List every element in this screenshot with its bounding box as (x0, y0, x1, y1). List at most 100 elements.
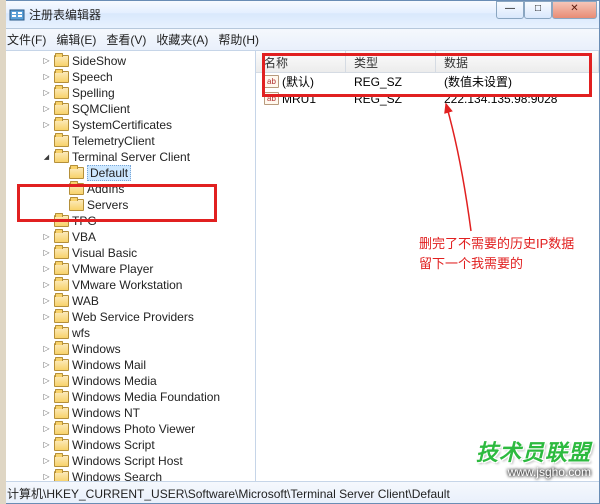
tree-item-label: Terminal Server Client (72, 150, 190, 164)
folder-icon (54, 343, 69, 355)
tree-item-label: Windows (72, 342, 121, 356)
tree-item-label: SystemCertificates (72, 118, 172, 132)
tree-item[interactable]: SideShow (3, 53, 255, 69)
expander-icon[interactable] (41, 344, 52, 355)
tree-item[interactable]: Windows Media (3, 373, 255, 389)
tree-item-label: wfs (72, 326, 90, 340)
window-title: 注册表编辑器 (29, 6, 101, 23)
value-name: MRU1 (282, 92, 316, 106)
tree-item[interactable]: Windows Search (3, 469, 255, 481)
string-value-icon: ab (264, 92, 279, 105)
expander-icon[interactable] (41, 232, 52, 243)
tree-item-label: Windows Photo Viewer (72, 422, 195, 436)
expander-icon[interactable] (41, 264, 52, 275)
tree-item[interactable]: SQMClient (3, 101, 255, 117)
tree-item[interactable]: Default (3, 165, 255, 181)
tree-item[interactable]: Visual Basic (3, 245, 255, 261)
expander-icon[interactable] (41, 376, 52, 387)
folder-icon (69, 199, 84, 211)
tree-item[interactable]: VMware Player (3, 261, 255, 277)
tree-item[interactable]: VMware Workstation (3, 277, 255, 293)
tree-item-label: Visual Basic (72, 246, 137, 260)
window-controls: — □ ✕ (496, 1, 597, 19)
tree-item[interactable]: TelemetryClient (3, 133, 255, 149)
value-type: REG_SZ (346, 92, 436, 106)
tree-item-label: VMware Workstation (72, 278, 182, 292)
tree-item[interactable]: SystemCertificates (3, 117, 255, 133)
expander-icon[interactable] (41, 248, 52, 259)
tree-item[interactable]: Windows NT (3, 405, 255, 421)
annotation-text: 删完了不需要的历史IP数据 留下一个我需要的 (419, 234, 574, 273)
minimize-button[interactable]: — (496, 1, 524, 19)
expander-icon[interactable] (41, 280, 52, 291)
tree-item-label: VBA (72, 230, 96, 244)
expander-icon[interactable] (41, 152, 52, 163)
value-name: (默认) (282, 73, 314, 90)
expander-icon[interactable] (41, 312, 52, 323)
menu-favorites[interactable]: 收藏夹(A) (156, 31, 208, 48)
tree-item[interactable]: AddIns (3, 181, 255, 197)
tree-item-label: Windows NT (72, 406, 140, 420)
menu-view[interactable]: 查看(V) (106, 31, 146, 48)
expander-icon[interactable] (41, 360, 52, 371)
folder-icon (54, 231, 69, 243)
tree-item-label: Spelling (72, 86, 115, 100)
status-path: 计算机\HKEY_CURRENT_USER\Software\Microsoft… (7, 487, 450, 501)
tree-item[interactable]: Windows Script (3, 437, 255, 453)
folder-icon (54, 279, 69, 291)
expander-icon[interactable] (41, 408, 52, 419)
expander-icon[interactable] (41, 472, 52, 482)
folder-icon (54, 455, 69, 467)
annotation-line1: 删完了不需要的历史IP数据 (419, 234, 574, 254)
folder-icon (54, 407, 69, 419)
tree-item[interactable]: wfs (3, 325, 255, 341)
menu-help[interactable]: 帮助(H) (218, 31, 259, 48)
watermark: 技术员联盟 www.jsgho.com (476, 435, 591, 479)
expander-icon[interactable] (41, 56, 52, 67)
title-bar[interactable]: 注册表编辑器 — □ ✕ (1, 1, 599, 29)
header-type[interactable]: 类型 (346, 51, 436, 72)
tree-item[interactable]: VBA (3, 229, 255, 245)
list-header: 名称 类型 数据 (256, 51, 599, 73)
tree-pane[interactable]: SideShowSpeechSpellingSQMClientSystemCer… (1, 51, 256, 481)
tree-item[interactable]: Windows Script Host (3, 453, 255, 469)
tree-item-label: TPG (72, 214, 97, 228)
expander-icon[interactable] (41, 120, 52, 131)
expander-icon[interactable] (41, 72, 52, 83)
expander-icon[interactable] (41, 440, 52, 451)
header-name[interactable]: 名称 (256, 51, 346, 72)
close-button[interactable]: ✕ (552, 1, 597, 19)
folder-icon (54, 263, 69, 275)
expander-icon[interactable] (41, 296, 52, 307)
folder-icon (54, 119, 69, 131)
tree-item[interactable]: WAB (3, 293, 255, 309)
expander-icon[interactable] (41, 456, 52, 467)
expander-icon[interactable] (41, 88, 52, 99)
expander-icon[interactable] (41, 424, 52, 435)
expander-icon[interactable] (41, 392, 52, 403)
tree-item[interactable]: Windows Photo Viewer (3, 421, 255, 437)
tree-item[interactable]: TPG (3, 213, 255, 229)
tree-item[interactable]: Windows (3, 341, 255, 357)
folder-icon (54, 375, 69, 387)
tree-item[interactable]: Web Service Providers (3, 309, 255, 325)
folder-icon (54, 327, 69, 339)
list-row[interactable]: ab(默认)REG_SZ(数值未设置) (256, 73, 599, 90)
list-row[interactable]: abMRU1REG_SZ222.134.135.98:9028 (256, 90, 599, 107)
tree-item[interactable]: Windows Mail (3, 357, 255, 373)
expander-icon[interactable] (41, 104, 52, 115)
value-type: REG_SZ (346, 75, 436, 89)
tree-item-label: SideShow (72, 54, 126, 68)
tree-item[interactable]: Speech (3, 69, 255, 85)
menu-file[interactable]: 文件(F) (7, 31, 46, 48)
tree-item[interactable]: Spelling (3, 85, 255, 101)
tree-item[interactable]: Servers (3, 197, 255, 213)
folder-icon (54, 247, 69, 259)
header-data[interactable]: 数据 (436, 51, 599, 72)
tree-item[interactable]: Terminal Server Client (3, 149, 255, 165)
folder-icon (54, 359, 69, 371)
status-bar: 计算机\HKEY_CURRENT_USER\Software\Microsoft… (1, 481, 599, 503)
maximize-button[interactable]: □ (524, 1, 552, 19)
tree-item[interactable]: Windows Media Foundation (3, 389, 255, 405)
menu-edit[interactable]: 编辑(E) (56, 31, 96, 48)
